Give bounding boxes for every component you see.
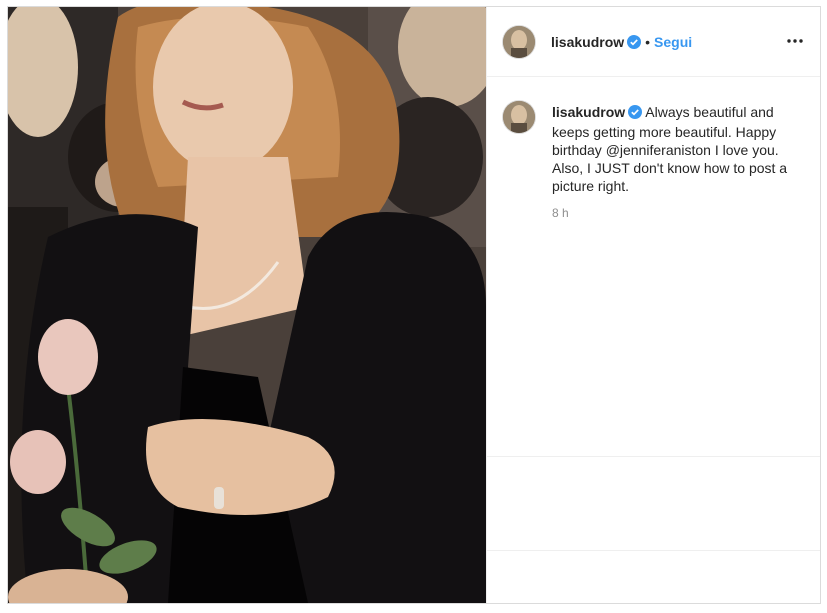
post-photo-illustration xyxy=(8,7,486,603)
caption-avatar-image xyxy=(503,101,535,133)
post-timestamp[interactable]: 8 h xyxy=(552,206,569,220)
verified-badge-icon xyxy=(627,35,642,54)
more-options-icon[interactable] xyxy=(786,32,804,50)
divider-comment-box xyxy=(487,550,820,551)
comments-area: lisakudrow Always beautiful and keeps ge… xyxy=(487,77,820,457)
header-user-line: lisakudrow • Segui xyxy=(551,34,692,54)
post-side-panel: lisakudrow • Segui lisakudrow Always beaut… xyxy=(486,7,820,603)
instagram-post: lisakudrow • Segui lisakudrow Always beaut… xyxy=(7,6,821,604)
username-link[interactable]: lisakudrow xyxy=(551,34,624,50)
follow-button[interactable]: Segui xyxy=(654,34,692,50)
post-header: lisakudrow • Segui xyxy=(487,7,820,77)
post-photo[interactable] xyxy=(8,7,486,603)
caption-verified-badge-icon xyxy=(628,105,643,123)
caption-avatar[interactable] xyxy=(503,101,535,133)
post-caption: lisakudrow Always beautiful and keeps ge… xyxy=(552,103,802,195)
avatar-image xyxy=(503,26,535,58)
divider-actions xyxy=(487,456,820,457)
user-avatar[interactable] xyxy=(503,26,535,58)
caption-username-link[interactable]: lisakudrow xyxy=(552,104,625,120)
separator-dot: • xyxy=(645,34,651,50)
